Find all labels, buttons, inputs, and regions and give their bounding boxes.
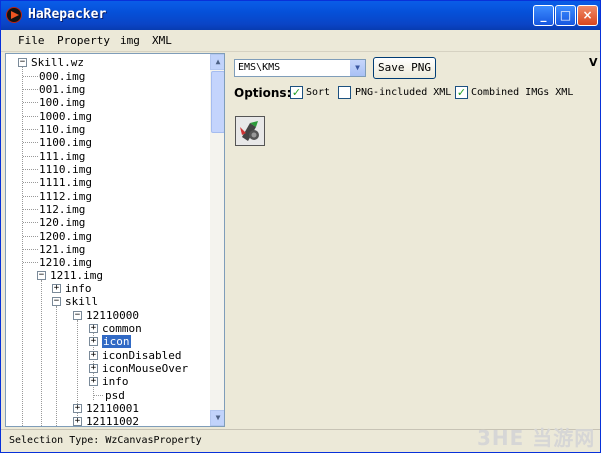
tree-connector [23, 169, 38, 170]
tree-connector [94, 395, 103, 396]
menu-bar: File Property img XML [1, 30, 600, 52]
menu-img[interactable]: img [120, 34, 140, 47]
tree-connector [23, 249, 38, 250]
tree-connector [22, 66, 23, 426]
png-xml-checkbox[interactable]: ✓ [338, 86, 351, 99]
title-bar[interactable]: HaRepacker _ □ × [1, 1, 600, 30]
window-title: HaRepacker [28, 7, 107, 22]
tree-connector [23, 236, 38, 237]
tree-item-icon-selected[interactable]: icon [102, 335, 131, 348]
tree-connector [23, 102, 38, 103]
tree-item-icon-mouseover[interactable]: iconMouseOver [102, 362, 188, 375]
tree-connector [23, 129, 38, 130]
collapse-toggle[interactable]: − [37, 271, 46, 280]
expand-toggle[interactable]: + [52, 284, 61, 293]
tree-item-info[interactable]: info [65, 282, 92, 295]
tree-root[interactable]: Skill.wz [31, 56, 84, 69]
tree-item[interactable]: 121.img [39, 243, 85, 256]
expand-toggle[interactable]: + [89, 377, 98, 386]
tree-item[interactable]: 1000.img [39, 110, 92, 123]
tree-connector [23, 156, 38, 157]
expand-toggle[interactable]: + [89, 364, 98, 373]
app-window: HaRepacker _ □ × File Property img XML −… [0, 0, 601, 453]
tree-item-icon-disabled[interactable]: iconDisabled [102, 349, 181, 362]
tree-item[interactable]: 111.img [39, 150, 85, 163]
tree-connector [23, 89, 38, 90]
tree-connector [23, 262, 38, 263]
tree-item-skill-id-2[interactable]: 12110001 [86, 402, 139, 415]
tree-item[interactable]: 1200.img [39, 230, 92, 243]
tree-connector [23, 196, 38, 197]
combined-xml-label: Combined IMGs XML [471, 87, 574, 98]
menu-property[interactable]: Property [57, 34, 110, 47]
tree-item[interactable]: 100.img [39, 96, 85, 109]
tree-item-common[interactable]: common [102, 322, 142, 335]
tree-item-expanded[interactable]: 1211.img [50, 269, 103, 282]
tree-item-skill[interactable]: skill [65, 295, 98, 308]
version-select-value: EMS\KMS [238, 62, 281, 73]
minimize-button[interactable]: _ [533, 5, 554, 26]
options-label: Options: [234, 86, 292, 100]
status-text: Selection Type: WzCanvasProperty [9, 435, 202, 446]
version-label-clipped: V [589, 56, 598, 69]
collapse-toggle[interactable]: − [52, 297, 61, 306]
skill-icon-preview [235, 116, 265, 146]
menu-file[interactable]: File [18, 34, 45, 47]
tree-item[interactable]: 1100.img [39, 136, 92, 149]
expand-toggle[interactable]: + [89, 351, 98, 360]
tree-item[interactable]: 001.img [39, 83, 85, 96]
scroll-thumb[interactable] [211, 71, 224, 133]
scroll-down-icon[interactable]: ▼ [210, 410, 224, 426]
tree-connector [23, 222, 38, 223]
collapse-toggle[interactable]: − [18, 58, 27, 67]
tree-item-info-child[interactable]: info [102, 375, 129, 388]
collapse-toggle[interactable]: − [73, 311, 82, 320]
tree-item-psd[interactable]: psd [105, 389, 125, 402]
maximize-button[interactable]: □ [555, 5, 576, 26]
combined-xml-checkbox[interactable]: ✓ [455, 86, 468, 99]
watermark-logo: 3HE 当游网 [477, 426, 596, 450]
tree-connector [23, 142, 38, 143]
tree-connector [23, 76, 38, 77]
tree-item[interactable]: 1110.img [39, 163, 92, 176]
png-xml-label: PNG-included XML [355, 87, 452, 98]
sort-checkbox[interactable]: ✓ [290, 86, 303, 99]
tree-item[interactable]: 1210.img [39, 256, 92, 269]
menu-xml[interactable]: XML [152, 34, 172, 47]
tree-connector [23, 116, 38, 117]
tree-connector [23, 209, 38, 210]
tree-scrollbar[interactable]: ▲ ▼ [210, 54, 224, 426]
chevron-down-icon[interactable]: ▼ [350, 60, 365, 76]
expand-toggle[interactable]: + [73, 404, 82, 413]
sort-label: Sort [306, 87, 331, 98]
app-icon [6, 7, 22, 23]
tree-item[interactable]: 120.img [39, 216, 85, 229]
tree-item[interactable]: 1112.img [39, 190, 92, 203]
version-select[interactable]: EMS\KMS ▼ [234, 59, 366, 77]
tree-item[interactable]: 1111.img [39, 176, 92, 189]
skill-icon [236, 117, 264, 145]
tree-item[interactable]: 110.img [39, 123, 85, 136]
tree-item-skill-id[interactable]: 12110000 [86, 309, 139, 322]
scroll-up-icon[interactable]: ▲ [210, 54, 224, 70]
property-panel: EMS\KMS ▼ Save PNG V Options: ✓ Sort ✓ P… [230, 53, 600, 427]
tree-view[interactable]: − Skill.wz 000.img 001.img 100.img 1000.… [5, 53, 225, 427]
close-button[interactable]: × [577, 5, 598, 26]
expand-toggle[interactable]: + [73, 417, 82, 426]
expand-toggle[interactable]: + [89, 324, 98, 333]
tree-item[interactable]: 000.img [39, 70, 85, 83]
tree-item-skill-id-3[interactable]: 12111002 [86, 415, 139, 426]
expand-toggle[interactable]: + [89, 337, 98, 346]
tree-connector [56, 306, 57, 426]
tree-connector [23, 182, 38, 183]
tree-connector [41, 280, 42, 426]
tree-item[interactable]: 112.img [39, 203, 85, 216]
save-png-button[interactable]: Save PNG [373, 57, 436, 79]
